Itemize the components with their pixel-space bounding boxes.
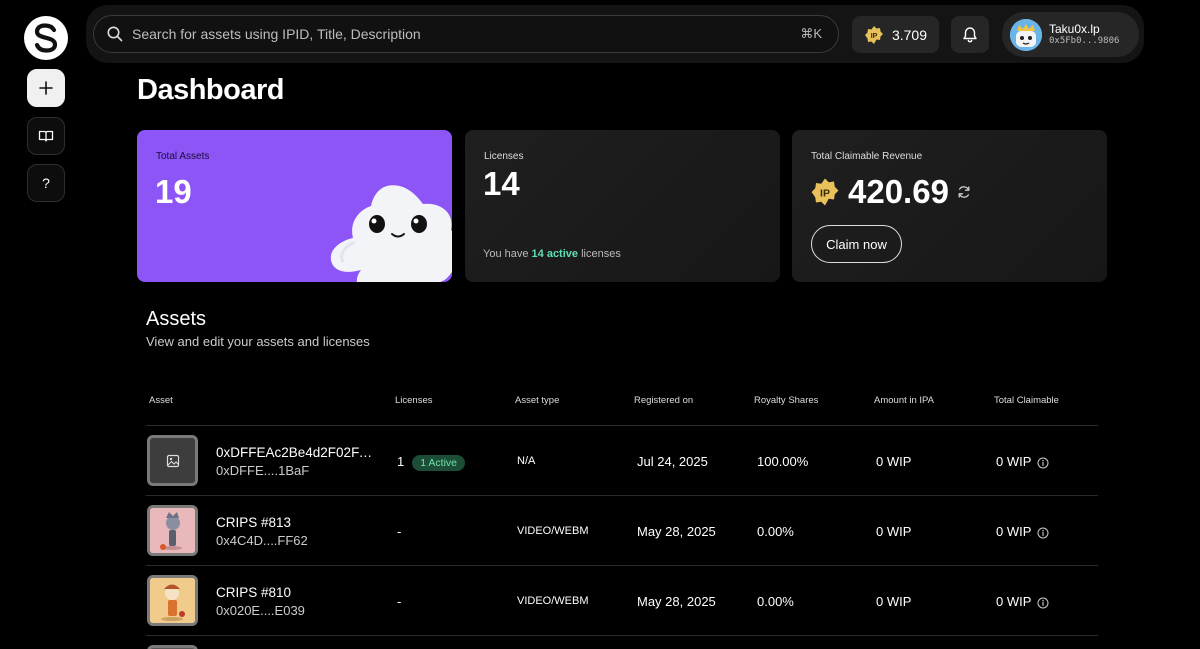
registered-cell: May 28, 2025: [637, 524, 716, 539]
amount-cell: 0 WIP: [876, 454, 912, 469]
user-address: 0x5Fb0...9806: [1049, 36, 1120, 47]
total-assets-value: 19: [155, 173, 192, 210]
col-amount-ipa[interactable]: Amount in IPA: [874, 395, 934, 406]
registered-cell: May 28, 2025: [637, 594, 716, 609]
help-button[interactable]: ?: [27, 164, 65, 202]
ip-token-icon: IP: [811, 178, 839, 206]
book-icon: [38, 130, 54, 142]
refresh-icon[interactable]: [957, 185, 971, 199]
avatar: [1010, 18, 1042, 51]
total-assets-label: Total Assets: [156, 151, 210, 162]
asset-name[interactable]: 0xDFFEAc2Be4d2F02FA…: [216, 445, 381, 460]
table-divider: [146, 635, 1098, 636]
top-bar: ⌘K IP 3.709 Taku0x.lp 0x5Fb0...9806: [86, 5, 1144, 63]
asset-thumbnail: [147, 645, 198, 649]
claimable-cell: 0 WIP: [996, 594, 1049, 609]
assets-table-header: Asset Licenses Asset type Registered on …: [146, 392, 1098, 410]
revenue-label: Total Claimable Revenue: [811, 151, 923, 162]
avatar-image: [1010, 18, 1042, 51]
shortcut-hint: ⌘K: [800, 26, 822, 41]
revenue-value: 420.69: [848, 173, 949, 210]
licenses-cell: -: [397, 594, 402, 609]
balance-value: 3.709: [891, 26, 928, 43]
claimable-cell: 0 WIP: [996, 524, 1049, 539]
licenses-cell: -: [397, 524, 402, 539]
user-menu[interactable]: Taku0x.lp 0x5Fb0...9806: [1002, 12, 1139, 57]
bell-icon: [963, 27, 977, 43]
licenses-label: Licenses: [484, 151, 524, 162]
royalty-cell: 0.00%: [757, 524, 794, 539]
col-asset-type[interactable]: Asset type: [515, 395, 559, 406]
add-button[interactable]: [27, 69, 65, 107]
col-total-claimable[interactable]: Total Claimable: [994, 395, 1059, 406]
page-title: Dashboard: [137, 74, 284, 106]
active-badge: 1 Active: [412, 454, 466, 471]
wallet-balance[interactable]: IP 3.709: [852, 16, 939, 53]
info-icon[interactable]: [1037, 597, 1049, 609]
assets-section-title: Assets: [146, 308, 207, 330]
mascot-illustration: [330, 185, 452, 282]
table-row[interactable]: CRIPS #810 0x020E....E039 - VIDEO/WEBM M…: [146, 566, 1098, 636]
search-input[interactable]: [132, 26, 801, 42]
info-icon[interactable]: [1037, 527, 1049, 539]
svg-text:IP: IP: [871, 33, 878, 40]
asset-type-cell: VIDEO/WEBM: [517, 595, 589, 607]
docs-button[interactable]: [27, 117, 65, 155]
licenses-footer: You have 14 active licenses: [483, 248, 621, 260]
question-icon: ?: [42, 175, 50, 191]
col-asset[interactable]: Asset: [149, 395, 173, 406]
logo-s-icon: [34, 23, 58, 53]
licenses-card: Licenses 14 You have 14 active licenses: [465, 130, 780, 282]
assets-section-subtitle: View and edit your assets and licenses: [146, 334, 370, 349]
app-logo[interactable]: [24, 16, 68, 60]
asset-thumbnail: [147, 435, 198, 486]
search-box[interactable]: ⌘K: [93, 15, 839, 53]
user-name: Taku0x.lp: [1049, 21, 1100, 36]
info-icon[interactable]: [1037, 457, 1049, 469]
col-registered-on[interactable]: Registered on: [634, 395, 693, 406]
licenses-cell: 11 Active: [397, 454, 466, 471]
asset-thumbnail: [147, 575, 198, 626]
amount-cell: 0 WIP: [876, 524, 912, 539]
plus-icon: [39, 81, 53, 95]
asset-id: 0x020E....E039: [216, 603, 305, 618]
claim-button[interactable]: Claim now: [811, 225, 902, 263]
royalty-cell: 100.00%: [757, 454, 809, 469]
claimable-cell: 0 WIP: [996, 454, 1049, 469]
col-licenses[interactable]: Licenses: [395, 395, 433, 406]
col-royalty-shares[interactable]: Royalty Shares: [754, 395, 818, 406]
asset-id: 0xDFFE....1BaF: [216, 463, 310, 478]
registered-cell: Jul 24, 2025: [637, 454, 708, 469]
ip-token-icon: IP: [864, 25, 883, 44]
asset-thumbnail: [147, 505, 198, 556]
licenses-value: 14: [483, 165, 520, 202]
asset-artwork: [150, 508, 195, 553]
image-placeholder-icon: [166, 454, 179, 467]
asset-type-cell: N/A: [517, 455, 536, 467]
royalty-cell: 0.00%: [757, 594, 794, 609]
asset-artwork: [150, 578, 195, 623]
notifications-button[interactable]: [951, 16, 989, 53]
table-row[interactable]: CRIPS #813 0x4C4D....FF62 - VIDEO/WEBM M…: [146, 496, 1098, 566]
search-icon: [107, 26, 123, 42]
table-row[interactable]: 0xDFFEAc2Be4d2F02FA… 0xDFFE....1BaF 11 A…: [146, 426, 1098, 496]
asset-id: 0x4C4D....FF62: [216, 533, 308, 548]
asset-name[interactable]: CRIPS #810: [216, 585, 291, 600]
revenue-card: Total Claimable Revenue IP 420.69 Claim …: [792, 130, 1107, 282]
sidebar: ?: [0, 0, 92, 649]
active-licenses-highlight: 14 active: [531, 248, 579, 260]
amount-cell: 0 WIP: [876, 594, 912, 609]
svg-text:IP: IP: [820, 188, 830, 200]
asset-name[interactable]: CRIPS #813: [216, 515, 291, 530]
total-assets-card: Total Assets 19: [137, 130, 452, 282]
asset-type-cell: VIDEO/WEBM: [517, 525, 589, 537]
